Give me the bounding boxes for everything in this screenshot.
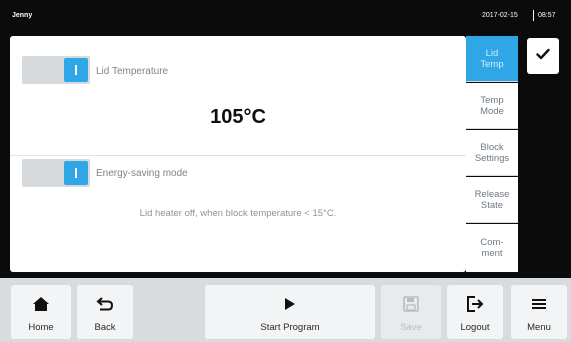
home-icon <box>32 294 50 314</box>
back-label: Back <box>94 322 116 333</box>
start-program-button[interactable]: Start Program <box>205 285 375 339</box>
divider <box>10 155 466 156</box>
play-icon <box>284 294 296 314</box>
lid-temperature-label: Lid Temperature <box>96 66 169 77</box>
floppy-disk-icon <box>403 294 419 314</box>
start-program-label: Start Program <box>260 322 320 333</box>
menu-label: Menu <box>527 322 551 333</box>
toggle-knob <box>64 161 88 185</box>
tab-block-settings[interactable]: Block Settings <box>466 130 518 176</box>
energy-saving-label: Energy-saving mode <box>96 168 188 179</box>
logout-button[interactable]: Logout <box>447 285 503 339</box>
time-display: 08:57 <box>538 12 556 19</box>
energy-saving-note: Lid heater off, when block temperature <… <box>139 208 337 219</box>
tab-release-state[interactable]: Release State <box>466 177 518 223</box>
toggle-knob <box>64 58 88 82</box>
settings-panel: Lid Temperature 105°C Energy-saving mode… <box>10 36 466 272</box>
hamburger-menu-icon <box>531 294 547 314</box>
tab-temp-mode[interactable]: Temp Mode <box>466 83 518 129</box>
confirm-button[interactable] <box>527 38 559 74</box>
home-label: Home <box>28 322 54 333</box>
save-label: Save <box>400 322 422 333</box>
back-arrow-icon <box>96 294 114 314</box>
energy-saving-toggle[interactable] <box>22 159 90 187</box>
tab-lid-temp[interactable]: Lid Temp <box>466 36 518 82</box>
tab-comment[interactable]: Com- ment <box>466 224 518 272</box>
bottom-toolbar: Home Back Start Program Save Logout Menu <box>0 278 571 342</box>
logout-icon <box>466 294 484 314</box>
user-name: Jenny <box>12 12 33 19</box>
logout-label: Logout <box>460 322 490 333</box>
status-separator <box>533 10 534 21</box>
menu-button[interactable]: Menu <box>511 285 567 339</box>
side-tabs: Lid Temp Temp Mode Block Settings Releas… <box>466 36 518 272</box>
status-bar: Jenny 2017-02-15 08:57 <box>0 0 571 34</box>
check-icon <box>536 47 550 65</box>
date-display: 2017-02-15 <box>482 12 518 19</box>
home-button[interactable]: Home <box>11 285 71 339</box>
lid-temperature-value[interactable]: 105°C <box>10 106 466 129</box>
back-button[interactable]: Back <box>77 285 133 339</box>
lid-temperature-toggle[interactable] <box>22 56 90 84</box>
save-button[interactable]: Save <box>381 285 441 339</box>
